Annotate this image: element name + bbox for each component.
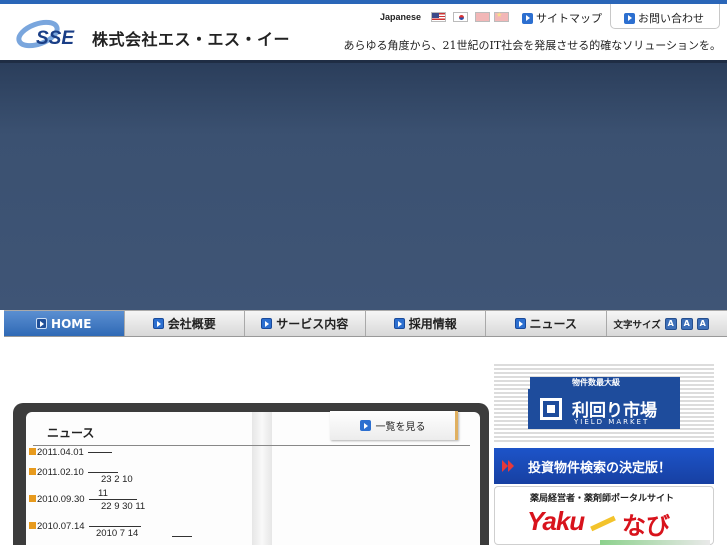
- news-item-text: 23 2 10: [101, 474, 133, 485]
- font-size-small-button[interactable]: A: [664, 317, 677, 330]
- hero-banner: [0, 60, 727, 310]
- news-paper-spine: [252, 412, 272, 545]
- contact-label: お問い合わせ: [638, 12, 704, 25]
- yaku-navi-text: なび: [622, 512, 670, 540]
- tagline: あらゆる角度から、21世紀のIT社会を発展させる的確なソリューションを。: [343, 39, 721, 52]
- sitemap-link[interactable]: サイトマップ: [522, 10, 602, 26]
- arrow-right-icon: [359, 420, 371, 431]
- news-link-underline: [87, 472, 118, 473]
- news-link-underline: [87, 452, 112, 453]
- arrow-right-icon: [393, 318, 405, 329]
- news-date: 2010.09.30: [37, 494, 85, 505]
- nav-item-label: HOME: [51, 316, 92, 331]
- news-link-underline: [88, 499, 137, 500]
- nav-item-label: ニュース: [529, 317, 577, 331]
- bullet-icon: [29, 522, 36, 529]
- nav-item-label: 会社概要: [167, 317, 216, 331]
- news-item[interactable]: 2011.04.01: [29, 447, 112, 458]
- news-date: 2011.04.01: [37, 447, 84, 458]
- arrow-right-icon: [261, 318, 273, 329]
- property-search-label: 投資物件検索の決定版！: [528, 460, 672, 476]
- nav-item-news[interactable]: ニュース: [486, 311, 607, 336]
- us-flag-icon[interactable]: [431, 12, 446, 22]
- nav-item-label: サービス内容: [276, 317, 349, 331]
- yield-top-label: 物件数最大級: [572, 378, 620, 387]
- news-link-underline: [88, 526, 141, 527]
- bullet-icon: [29, 495, 36, 502]
- company-name: 株式会社エス・エス・イー: [92, 30, 291, 49]
- font-size-medium-button[interactable]: A: [680, 317, 693, 330]
- nav-item-company[interactable]: 会社概要: [125, 311, 245, 336]
- arrow-right-icon: [152, 318, 164, 329]
- language-label: Japanese: [380, 12, 422, 22]
- nav-item-services[interactable]: サービス内容: [245, 311, 366, 336]
- sitemap-label: サイトマップ: [536, 12, 602, 25]
- korea-flag-icon[interactable]: [453, 12, 468, 22]
- logo-text: SSE: [36, 28, 75, 49]
- font-size-control: 文字サイズ A A A: [607, 311, 727, 336]
- yaku-banner-decoration: [600, 540, 710, 545]
- news-date: 2010.07.14: [37, 521, 85, 532]
- news-link-underline: [172, 536, 192, 537]
- site-header: SSE 株式会社エス・エス・イー Japanese サイトマップ お問い合わせ …: [0, 0, 727, 60]
- yield-market-sub: YIELD MARKET: [574, 418, 650, 426]
- news-item-text: 22 9 30 11: [101, 501, 146, 512]
- global-nav: HOME 会社概要 サービス内容 採用情報 ニュース 文字サイズ A A A: [4, 310, 727, 337]
- font-size-large-button[interactable]: A: [696, 317, 709, 330]
- yaku-logo: Yaku: [527, 506, 585, 536]
- double-chevron-right-icon: [502, 460, 516, 472]
- news-more-button[interactable]: 一覧を見る: [330, 411, 458, 440]
- property-search-banner[interactable]: 投資物件検索の決定版！: [494, 448, 714, 484]
- china-flag-icon[interactable]: [475, 12, 490, 22]
- nav-item-label: 採用情報: [408, 317, 457, 331]
- arrow-right-icon: [624, 12, 635, 24]
- news-heading: ニュース: [47, 426, 95, 440]
- news-item-text: 2010 7 14: [96, 528, 139, 539]
- sse-logo-icon[interactable]: SSE: [16, 16, 86, 50]
- news-more-label: 一覧を見る: [375, 422, 426, 433]
- bullet-icon: [29, 468, 36, 475]
- arrow-right-icon: [522, 12, 533, 24]
- nav-item-recruit[interactable]: 採用情報: [366, 311, 486, 336]
- news-date: 2011.02.10: [37, 467, 84, 478]
- bullet-icon: [29, 448, 36, 455]
- square-logo-icon: [540, 398, 562, 420]
- font-size-label: 文字サイズ: [613, 319, 661, 331]
- news-divider: [33, 445, 470, 446]
- yaku-top-label: 薬局経営者・薬剤師ポータルサイト: [530, 494, 675, 504]
- nav-item-home[interactable]: HOME: [4, 311, 125, 336]
- arrow-right-icon: [36, 318, 48, 329]
- contact-link[interactable]: お問い合わせ: [624, 10, 704, 26]
- arrow-right-icon: [514, 318, 526, 329]
- china-flag-alt-icon[interactable]: [494, 11, 509, 22]
